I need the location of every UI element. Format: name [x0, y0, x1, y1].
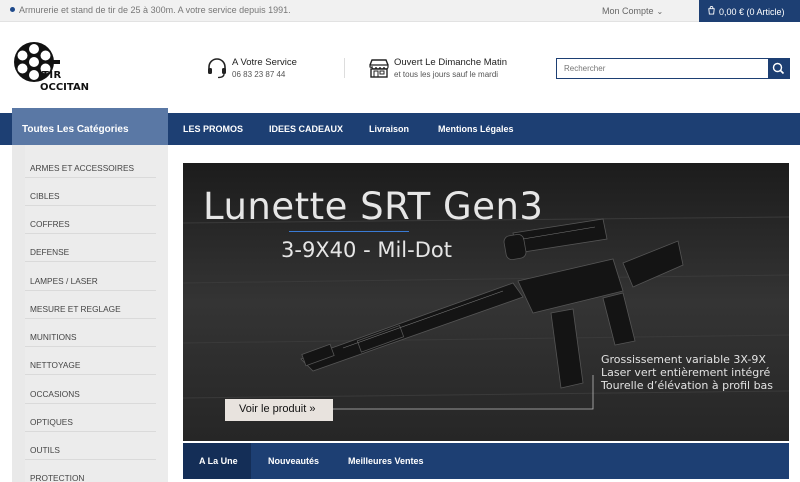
- category-item[interactable]: MUNITIONS: [25, 319, 156, 347]
- headset-icon: [206, 57, 228, 84]
- category-item[interactable]: MESURE ET REGLAGE: [25, 291, 156, 319]
- logo-text-line1: TIR: [42, 70, 62, 81]
- cart-button[interactable]: 0,00 € (0 Article): [699, 0, 800, 22]
- search-button[interactable]: [768, 59, 789, 78]
- service-title: A Votre Service: [232, 57, 297, 68]
- category-item[interactable]: LAMPES / LASER: [25, 263, 156, 291]
- nav-link-delivery[interactable]: Livraison: [369, 124, 409, 134]
- banner-feature: Grossissement variable 3X-9X: [601, 353, 766, 366]
- logo-text-line2: OCCITAN: [40, 82, 90, 93]
- cart-label: 0,00 € (0 Article): [719, 7, 785, 17]
- category-item[interactable]: ARMES ET ACCESSOIRES: [25, 150, 156, 178]
- hours-subtitle: et tous les jours sauf le mardi: [394, 70, 499, 79]
- category-item[interactable]: NETTOYAGE: [25, 347, 156, 375]
- search-bar: [556, 58, 790, 79]
- category-item[interactable]: COFFRES: [25, 206, 156, 234]
- category-item[interactable]: OPTIQUES: [25, 404, 156, 432]
- all-categories-button[interactable]: Toutes Les Catégories: [12, 108, 168, 145]
- site-logo[interactable]: TIR OCCITAN: [12, 38, 92, 96]
- account-label: Mon Compte: [602, 6, 654, 16]
- category-item[interactable]: CIBLES: [25, 178, 156, 206]
- banner-subtitle: 3-9X40 - Mil-Dot: [281, 238, 452, 262]
- search-input[interactable]: [557, 59, 767, 78]
- header-divider: [344, 58, 345, 78]
- nav-link-promos[interactable]: LES PROMOS: [183, 124, 243, 134]
- cart-icon: [707, 6, 716, 17]
- category-item[interactable]: PROTECTION: [25, 460, 156, 482]
- product-tabs: A La Une Nouveautés Meilleures Ventes: [183, 443, 789, 479]
- category-item[interactable]: OUTILS: [25, 432, 156, 460]
- hours-title: Ouvert Le Dimanche Matin: [394, 57, 507, 68]
- search-icon: [772, 62, 785, 75]
- view-product-button[interactable]: Voir le produit »: [225, 399, 333, 421]
- hero-banner[interactable]: Lunette SRT Gen3 3-9X40 - Mil-Dot Grossi…: [183, 163, 789, 441]
- tab-best-sellers[interactable]: Meilleures Ventes: [348, 443, 424, 479]
- nav-link-gift-ideas[interactable]: IDEES CADEAUX: [269, 124, 343, 134]
- bullet-icon: [10, 7, 15, 12]
- service-phone[interactable]: 06 83 23 87 44: [232, 70, 285, 79]
- banner-feature: Laser vert entièrement intégré: [601, 366, 771, 379]
- store-icon: [368, 57, 390, 84]
- banner-feature: Tourelle d’élévation à profil bas: [601, 379, 774, 392]
- nav-link-legal[interactable]: Mentions Légales: [438, 124, 514, 134]
- category-item[interactable]: OCCASIONS: [25, 376, 156, 404]
- tab-featured[interactable]: A La Une: [183, 443, 251, 479]
- banner-title-underline: [289, 231, 409, 232]
- store-tagline: Armurerie et stand de tir de 25 à 300m. …: [10, 5, 291, 15]
- tab-new-arrivals[interactable]: Nouveautés: [268, 443, 319, 479]
- banner-title: Lunette SRT Gen3: [203, 185, 544, 228]
- store-tagline-text: Armurerie et stand de tir de 25 à 300m. …: [19, 5, 291, 15]
- top-bar: Armurerie et stand de tir de 25 à 300m. …: [0, 0, 800, 22]
- category-item[interactable]: DEFENSE: [25, 234, 156, 262]
- account-menu[interactable]: Mon Compte ⌄: [602, 6, 663, 16]
- chevron-down-icon: ⌄: [656, 7, 664, 16]
